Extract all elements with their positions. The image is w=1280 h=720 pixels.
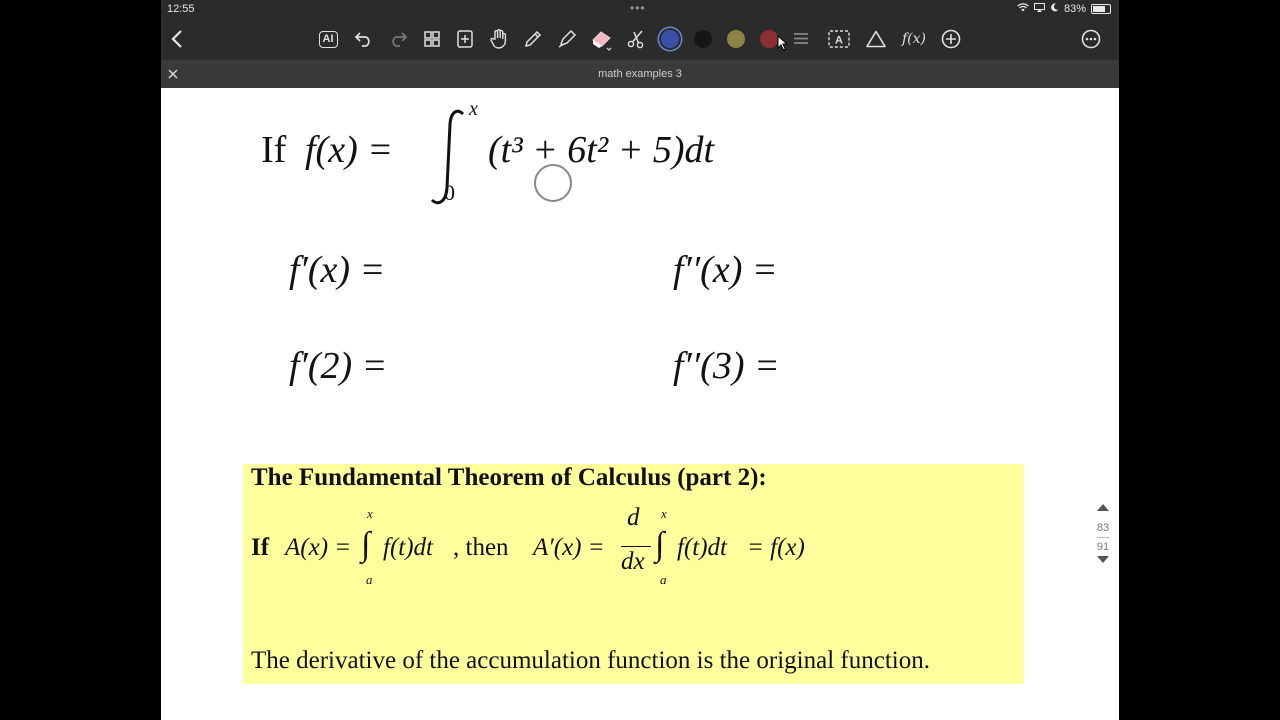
- eraser-icon: [592, 31, 612, 51]
- battery-icon: [1091, 4, 1111, 14]
- grid-icon: [424, 31, 440, 47]
- chevron-left-icon: [171, 30, 182, 48]
- derivative-lhs: A′(x) =: [533, 534, 605, 561]
- hand-tool-button[interactable]: [488, 18, 510, 60]
- grid-view-button[interactable]: [421, 18, 443, 60]
- theorem-heading: The Fundamental Theorem of Calculus (par…: [251, 464, 767, 491]
- fraction-bar: [621, 546, 651, 547]
- plus-circle-icon: [941, 29, 961, 49]
- document-tab-bar: math examples 3: [161, 60, 1119, 88]
- upper-limit-right: x: [661, 506, 667, 521]
- add-page-button[interactable]: [454, 18, 476, 60]
- integral-sign-left: ∫: [361, 526, 371, 563]
- next-page-button[interactable]: [1091, 555, 1115, 569]
- scissors-icon: [627, 30, 644, 49]
- second-derivative-question: f′′(x) =: [673, 249, 778, 291]
- text-box-button[interactable]: A: [827, 18, 851, 60]
- color-swatch-olive[interactable]: [727, 30, 745, 48]
- hand-icon: [490, 29, 507, 49]
- d-numerator: d: [627, 504, 640, 531]
- screen-mirroring-icon: [1033, 3, 1045, 15]
- upper-limit-left: x: [367, 506, 373, 521]
- integrand-right: f(t)dt: [677, 534, 727, 561]
- color-swatch-red[interactable]: [760, 30, 778, 48]
- pencil-hover-indicator: [534, 164, 572, 202]
- ellipsis-circle-icon: [1081, 29, 1101, 49]
- highlighter-tool-button[interactable]: [555, 18, 579, 60]
- lower-limit: 0: [444, 180, 455, 205]
- color-swatch-black[interactable]: [694, 30, 712, 48]
- multitask-dots-icon[interactable]: •••: [630, 1, 646, 15]
- if-word: If: [261, 129, 287, 171]
- result-rhs: = f(x): [747, 534, 805, 561]
- eraser-tool-button[interactable]: [588, 18, 616, 60]
- highlighter-icon: [558, 29, 577, 48]
- battery-fill: [1093, 6, 1105, 12]
- total-page-count: 91: [1096, 541, 1110, 553]
- triangle-icon: [866, 30, 886, 48]
- integrand-left: f(t)dt: [383, 534, 433, 561]
- function-definition-lhs: f(x) =: [305, 129, 393, 171]
- undo-icon: [355, 32, 370, 47]
- page-divider: [1097, 537, 1109, 538]
- second-derivative-at-3-question: f′′(3) =: [673, 345, 780, 387]
- first-derivative-at-2-question: f′(2) =: [289, 345, 388, 387]
- redo-button[interactable]: [387, 18, 409, 60]
- fx-icon: f(x): [901, 31, 926, 47]
- status-time: 12:55: [167, 3, 195, 15]
- triangle-down-icon: [1097, 556, 1109, 563]
- undo-button[interactable]: [353, 18, 375, 60]
- ai-icon: AI: [318, 30, 338, 48]
- triangle-up-icon: [1097, 504, 1109, 511]
- ipad-screen: 12:55 ••• 83% AI A f(x) math examples 3 …: [161, 0, 1119, 720]
- pen-tool-button[interactable]: [521, 18, 545, 60]
- theorem-caption: The derivative of the accumulation funct…: [251, 647, 930, 674]
- color-swatch-blue[interactable]: [661, 30, 679, 48]
- stroke-width-icon: [794, 33, 808, 44]
- lasso-tool-button[interactable]: [624, 18, 648, 60]
- current-page-number: 83: [1096, 522, 1110, 534]
- math-function-button[interactable]: f(x): [899, 18, 929, 60]
- add-button[interactable]: [939, 18, 963, 60]
- accumulation-lhs: A(x) =: [285, 534, 352, 561]
- integral-sign-right: ∫: [655, 526, 665, 563]
- mouse-cursor-icon: [777, 34, 789, 56]
- integrand: (t³ + 6t² + 5)dt: [488, 129, 715, 171]
- theorem-if-word: If: [251, 534, 270, 561]
- wifi-icon: [1017, 3, 1029, 15]
- page-navigator: 83 91: [1091, 503, 1115, 569]
- then-word: , then: [453, 534, 509, 561]
- stroke-width-button[interactable]: [791, 18, 811, 60]
- lower-limit-right: a: [660, 572, 667, 587]
- previous-page-button[interactable]: [1091, 503, 1115, 517]
- moon-icon: [1050, 3, 1059, 15]
- add-page-icon: [457, 30, 473, 48]
- more-options-button[interactable]: [1079, 18, 1103, 60]
- battery-percent: 83%: [1063, 3, 1086, 15]
- redo-icon: [392, 32, 407, 47]
- status-indicators: 83%: [1017, 3, 1111, 15]
- svg-text:A: A: [835, 35, 843, 47]
- text-box-icon: A: [828, 30, 850, 48]
- lower-limit-left: a: [366, 572, 373, 587]
- toolbar: AI A f(x): [161, 18, 1119, 60]
- back-button[interactable]: [167, 18, 187, 60]
- status-bar: 12:55 ••• 83%: [161, 0, 1119, 18]
- first-derivative-question: f′(x) =: [289, 249, 386, 291]
- document-title: math examples 3: [598, 68, 682, 80]
- shapes-button[interactable]: [865, 18, 887, 60]
- upper-limit: x: [469, 98, 478, 120]
- dx-denominator: dx: [621, 548, 645, 575]
- theorem-formula: If A(x) = ∫ x a f(t)dt , then A′(x) = d …: [251, 504, 805, 587]
- ai-button[interactable]: AI: [315, 18, 341, 60]
- pen-icon: [524, 30, 542, 48]
- theorem-box: The Fundamental Theorem of Calculus (par…: [243, 464, 1024, 684]
- notebook-page[interactable]: If f(x) = x 0 (t³ + 6t² + 5)dt f′(x) = f…: [161, 88, 1119, 720]
